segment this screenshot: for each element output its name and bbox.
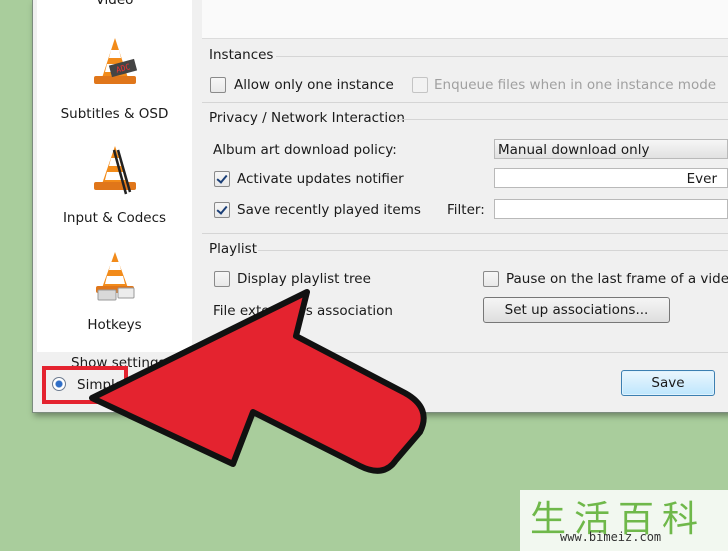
watermark: 生活百科 www.bimeiz.com [520, 490, 728, 551]
privacy-top-separator [202, 102, 728, 103]
vlc-cone-subtitles-icon: ADC [93, 38, 137, 84]
setup-associations-button[interactable]: Set up associations... [483, 297, 670, 323]
pause-last-frame-checkbox[interactable] [483, 271, 499, 287]
sidebar-item-subtitles[interactable]: ADC Subtitles & OSD [37, 36, 192, 126]
sidebar-item-input-codecs[interactable]: Input & Codecs [37, 142, 192, 232]
playlist-tree-label: Display playlist tree [237, 271, 371, 287]
highlight-box [42, 366, 128, 404]
file-ext-label: File extensions association [213, 303, 393, 319]
enqueue-checkbox[interactable] [412, 77, 428, 93]
recent-items-checkbox[interactable] [214, 202, 230, 218]
vlc-cone-hotkeys-icon [95, 252, 134, 301]
footer-separator [202, 352, 728, 353]
album-art-select[interactable]: Manual download only [494, 139, 728, 159]
filter-input[interactable] [494, 199, 728, 219]
category-sidebar: Video ADC Subtitles & OSD Input & Codecs [37, 0, 192, 352]
sidebar-item-label: Video [95, 0, 134, 8]
updates-frequency-field[interactable]: Ever [494, 168, 728, 188]
privacy-title: Privacy / Network Interaction [209, 110, 405, 126]
watermark-url: www.bimeiz.com [560, 530, 662, 544]
sidebar-item-hotkeys[interactable]: Hotkeys [37, 248, 192, 338]
enqueue-label: Enqueue files when in one instance mode [434, 77, 717, 93]
recent-items-label: Save recently played items [237, 202, 421, 218]
vlc-cone-codecs-icon [93, 146, 136, 195]
top-settings-area [202, 0, 728, 39]
allow-one-instance-checkbox[interactable] [210, 77, 226, 93]
sidebar-item-label: Hotkeys [87, 317, 142, 333]
filter-label: Filter: [447, 202, 485, 218]
save-button[interactable]: Save [621, 370, 715, 396]
sidebar-item-label: Input & Codecs [62, 210, 167, 226]
playlist-title: Playlist [209, 241, 257, 257]
playlist-top-separator [202, 233, 728, 234]
instances-separator [276, 56, 728, 57]
sidebar-item-label: Subtitles & OSD [60, 106, 169, 122]
allow-one-instance-label: Allow only one instance [234, 77, 394, 93]
playlist-tree-checkbox[interactable] [214, 271, 230, 287]
pause-last-frame-label: Pause on the last frame of a video [506, 271, 728, 287]
privacy-separator [392, 119, 728, 120]
album-art-label: Album art download policy: [213, 142, 397, 158]
instances-title: Instances [209, 47, 274, 63]
sidebar-item-video[interactable]: Video [37, 0, 192, 20]
updates-notifier-label: Activate updates notifier [237, 171, 404, 187]
playlist-separator [258, 250, 728, 251]
updates-notifier-checkbox[interactable] [214, 171, 230, 187]
